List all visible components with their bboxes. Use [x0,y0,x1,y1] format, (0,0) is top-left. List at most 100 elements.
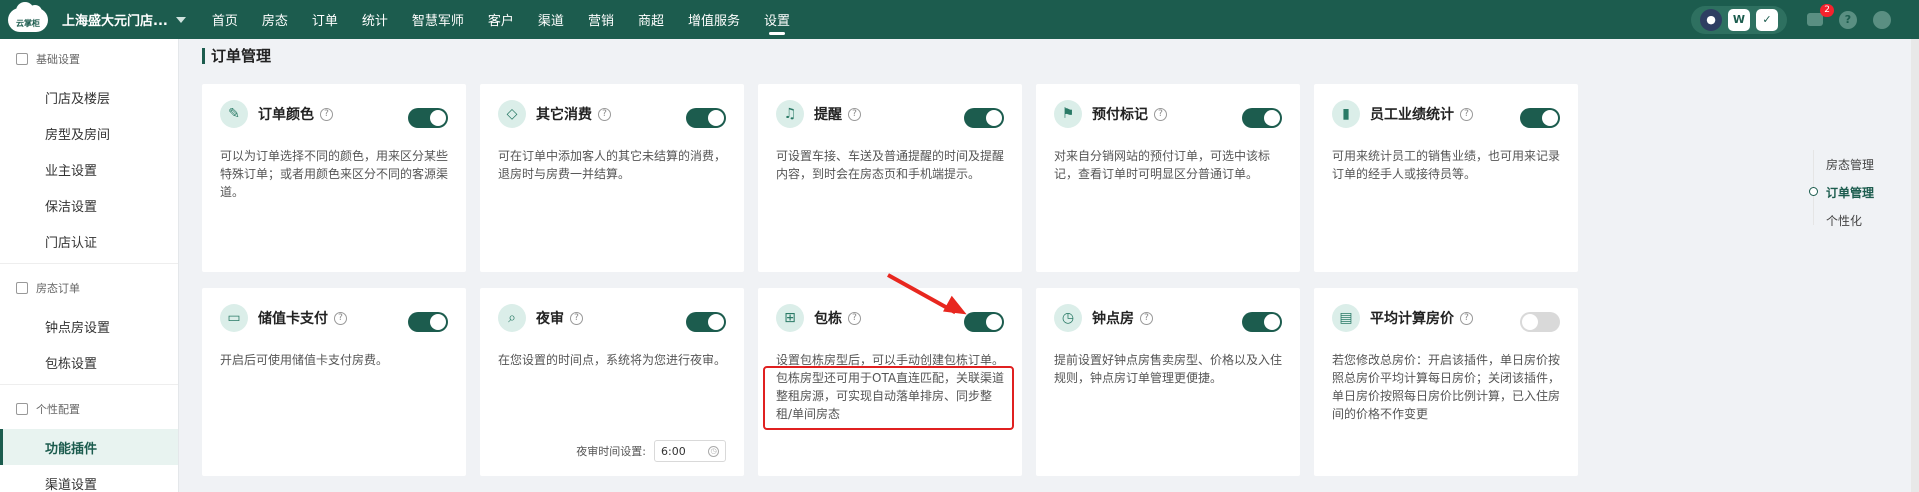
app-logo[interactable]: 云掌柜 [6,1,50,35]
message-icon[interactable]: 2 [1807,4,1834,26]
robot-icon[interactable]: ● [1700,8,1722,31]
sidebar-item-store-verify[interactable]: 门店认证 [0,223,178,259]
card-title: 钟点房 [1092,311,1134,327]
map-icon: ⊞ [776,304,804,332]
plugin-card-hourly-room: ◷ 钟点房 ? 提前设置好钟点房售卖房型、价格以及入住规则，钟点房订单管理更便捷… [1036,288,1300,476]
audit-search-icon: ⌕ [498,304,526,332]
help-icon[interactable]: ? [598,107,611,121]
help-icon[interactable]: ? [848,107,861,121]
time-picker-input[interactable]: 6:00 ◷ [654,440,726,462]
help-icon[interactable]: ? [570,311,583,325]
anchor-room-status[interactable]: 房态管理 [1810,150,1910,178]
card-title: 夜审 [536,311,564,327]
help-icon[interactable]: ? [1154,107,1167,121]
card-title: 包栋 [814,311,842,327]
card-description: 可用来统计员工的销售业绩，也可用来记录订单的经手人或接待员等。 [1332,149,1561,181]
user-avatar[interactable] [1873,10,1891,29]
enable-toggle[interactable] [408,312,448,332]
nav-supermarket[interactable]: 商超 [638,0,664,39]
divider [0,263,178,264]
tool-w-icon[interactable]: W [1728,8,1750,31]
plugin-card-night-audit: ⌕ 夜审 ? 在您设置的时间点，系统将为您进行夜审。 夜审时间设置: 6:00 … [480,288,744,476]
help-icon[interactable]: ? [1460,107,1473,121]
help-icon[interactable]: ? [848,311,861,325]
nav-channels[interactable]: 渠道 [538,0,564,39]
store-switcher[interactable]: 上海盛大元门店... [62,10,168,29]
top-navigation-bar: 云掌柜 上海盛大元门店... 首页 房态 订单 统计 智慧军师 客户 渠道 营销… [0,0,1919,39]
checklist-icon[interactable]: ✓ [1756,8,1778,31]
plugin-card-prepaid-mark: ⚑ 预付标记 ? 对来自分销网站的预付订单，可选中该标记，查看订单时可明显区分普… [1036,84,1300,272]
help-icon[interactable]: ? [1839,10,1857,29]
card-title: 其它消费 [536,107,592,123]
enable-toggle[interactable] [964,108,1004,128]
annotation-highlight-box [763,366,1014,430]
sidebar-item-room-types[interactable]: 房型及房间 [0,115,178,151]
enable-toggle[interactable] [686,312,726,332]
plugin-card-staff-performance: ▮ 员工业绩统计 ? 可用来统计员工的销售业绩，也可用来记录订单的经手人或接待员… [1314,84,1578,272]
enable-toggle[interactable] [1520,108,1560,128]
nav-smart-advisor[interactable]: 智慧军师 [412,0,464,39]
page-scrollbar[interactable] [1911,39,1919,492]
sidebar-item-whole-building[interactable]: 包栋设置 [0,344,178,380]
nav-room-status[interactable]: 房态 [262,0,288,39]
card-description: 若您修改总房价：开启该插件，单日房价按照总房价平均计算每日房价；关闭该插件，单日… [1332,353,1561,421]
sidebar-group-basic: 基础设置 [0,39,178,79]
night-audit-time-setting: 夜审时间设置: 6:00 ◷ [576,440,726,462]
divider [0,384,178,385]
brush-icon: ✎ [220,100,248,128]
calculator-icon: ▤ [1332,304,1360,332]
enable-toggle[interactable] [686,108,726,128]
card-description: 可以为订单选择不同的颜色，用来区分某些特殊订单；或者用颜色来区分不同的客源渠道。 [220,149,449,199]
bell-icon: ♫ [776,100,804,128]
card-title: 提醒 [814,107,842,123]
card-description: 开启后可使用储值卡支付房费。 [220,353,389,367]
card-title: 储值卡支付 [258,311,328,327]
calendar-icon [16,282,28,294]
card-description: 可设置车接、车送及普通提醒的时间及提醒内容，到时会在房态页和手机端提示。 [776,149,1005,181]
card-description: 提前设置好钟点房售卖房型、价格以及入住规则，钟点房订单管理更便捷。 [1054,353,1283,385]
clock-icon: ◷ [708,445,719,457]
nav-settings[interactable]: 设置 [764,0,790,39]
help-icon[interactable]: ? [1460,311,1473,325]
sidebar-group-room-orders: 房态订单 [0,268,178,308]
anchor-personalization[interactable]: 个性化 [1810,206,1910,234]
settings-sidebar: 基础设置 门店及楼层 房型及房间 业主设置 保洁设置 门店认证 房态订单 钟点房… [0,39,179,492]
time-value: 6:00 [661,444,686,458]
nav-home[interactable]: 首页 [212,0,238,39]
sidebar-item-cleaning[interactable]: 保洁设置 [0,187,178,223]
anchor-order-management[interactable]: 订单管理 [1809,178,1910,206]
plugin-card-order-color: ✎ 订单颜色 ? 可以为订单选择不同的颜色，用来区分某些特殊订单；或者用颜色来区… [202,84,466,272]
sidebar-group-personal: 个性配置 [0,389,178,429]
help-icon[interactable]: ? [334,311,347,325]
enable-toggle[interactable] [1520,312,1560,332]
plugin-card-other-consumption: ◇ 其它消费 ? 可在订单中添加客人的其它未结算的消费，退房时与房费一并结算。 [480,84,744,272]
bar-chart-icon: ▮ [1332,100,1360,128]
chevron-down-icon[interactable] [175,16,186,23]
help-icon[interactable]: ? [1140,311,1153,325]
sidebar-item-owner[interactable]: 业主设置 [0,151,178,187]
enable-toggle[interactable] [964,312,1004,332]
nav-customers[interactable]: 客户 [488,0,514,39]
card-title: 员工业绩统计 [1370,107,1454,123]
quick-tools: ● W ✓ [1691,5,1787,34]
sidebar-item-stores-floors[interactable]: 门店及楼层 [0,79,178,115]
sidebar-item-channel-settings[interactable]: 渠道设置 [0,465,178,492]
enable-toggle[interactable] [1242,108,1282,128]
top-right-tools: ● W ✓ 2 ? [1691,0,1891,39]
card-title: 预付标记 [1092,107,1148,123]
help-icon[interactable]: ? [320,107,333,121]
enable-toggle[interactable] [1242,312,1282,332]
main-nav: 首页 房态 订单 统计 智慧军师 客户 渠道 营销 商超 增值服务 设置 [212,0,814,39]
plugin-card-average-room-price: ▤ 平均计算房价 ? 若您修改总房价：开启该插件，单日房价按照总房价平均计算每日… [1314,288,1578,476]
nav-orders[interactable]: 订单 [312,0,338,39]
plugin-card-stored-value-card: ▭ 储值卡支付 ? 开启后可使用储值卡支付房费。 [202,288,466,476]
sidebar-item-plugins[interactable]: 功能插件 [0,429,178,465]
sidebar-item-hourly-room[interactable]: 钟点房设置 [0,308,178,344]
setting-label: 夜审时间设置: [576,445,646,458]
enable-toggle[interactable] [408,108,448,128]
section-anchor-nav: 房态管理 订单管理 个性化 [1809,150,1910,234]
nav-statistics[interactable]: 统计 [362,0,388,39]
nav-marketing[interactable]: 营销 [588,0,614,39]
nav-value-added[interactable]: 增值服务 [688,0,740,39]
card-description: 可在订单中添加客人的其它未结算的消费，退房时与房费一并结算。 [498,149,727,181]
